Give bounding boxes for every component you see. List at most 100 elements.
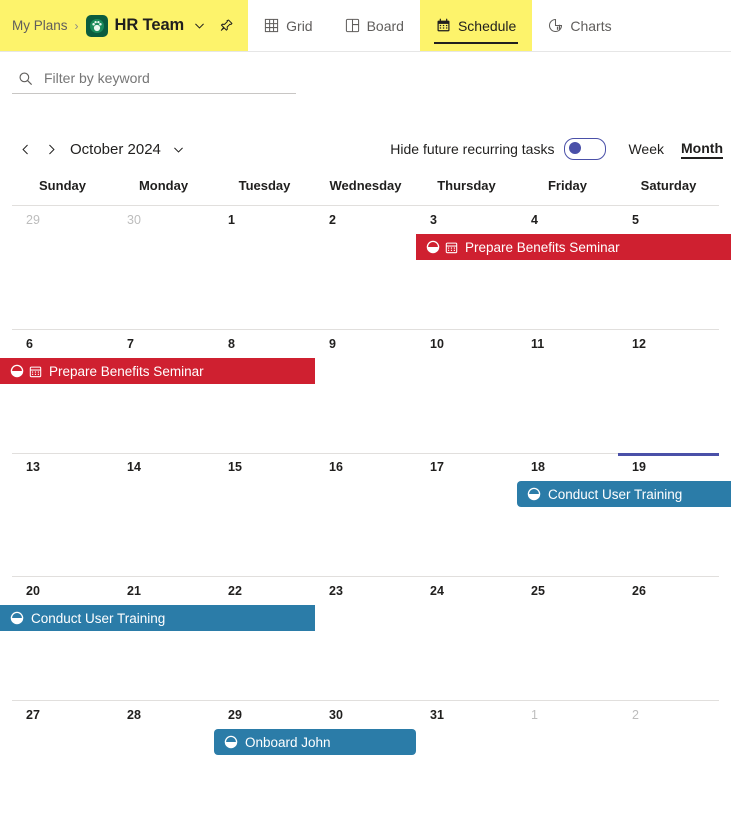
tab-board-label: Board	[366, 17, 404, 34]
day-number-row: 13 14 15 16 17 18 19	[12, 453, 719, 474]
weekday-header-saturday: Saturday	[640, 178, 697, 193]
page-title: HR Team	[114, 16, 185, 34]
day-cell-21[interactable]: 21	[113, 584, 214, 598]
day-number-row: 20 21 22 23 24 25 26	[12, 577, 719, 598]
calendar-options: Hide future recurring tasks Week Month	[390, 138, 723, 160]
view-option-week[interactable]: Week	[628, 141, 664, 157]
weekday-header-tuesday: Tuesday	[238, 178, 291, 193]
tab-board[interactable]: Board	[329, 0, 420, 51]
plan-breadcrumb-area: My Plans › HR Team	[0, 0, 249, 51]
filter-box[interactable]	[12, 70, 296, 94]
task-chip-title: Prepare Benefits Seminar	[465, 239, 620, 255]
day-cell-15[interactable]: 15	[214, 460, 315, 474]
recurring-calendar-icon	[445, 241, 458, 254]
day-cell-25[interactable]: 25	[517, 584, 618, 598]
weekday-header-friday: Friday	[547, 178, 587, 193]
view-switch: Week Month	[628, 140, 723, 159]
day-cell-30[interactable]: 30	[113, 213, 214, 227]
task-chip-icons	[426, 240, 458, 254]
day-cell-26[interactable]: 26	[618, 584, 719, 598]
day-cell-19[interactable]: 19	[618, 460, 719, 474]
day-cell-14[interactable]: 14	[113, 460, 214, 474]
calendar-week-row: 13 14 15 16 17 18 19 Conduct User Training	[12, 453, 731, 576]
day-cell-2[interactable]: 2	[315, 213, 416, 227]
search-icon	[18, 71, 33, 86]
day-cell-8[interactable]: 8	[214, 337, 315, 351]
next-month-button[interactable]	[38, 136, 64, 162]
tab-schedule[interactable]: Schedule	[419, 0, 533, 51]
task-chip[interactable]: Onboard John	[214, 729, 416, 755]
day-cell-16[interactable]: 16	[315, 460, 416, 474]
task-chip-icons	[527, 487, 541, 501]
tab-schedule-label: Schedule	[457, 17, 517, 34]
day-cell-13[interactable]: 13	[12, 460, 113, 474]
task-chip[interactable]: Conduct User Training	[517, 481, 731, 507]
task-chip[interactable]: Conduct User Training	[0, 605, 315, 631]
task-chip-title: Onboard John	[245, 734, 331, 750]
day-cell-24[interactable]: 24	[416, 584, 517, 598]
calendar-week-row: 6 7 8 9 10 11 12 Prepare Benefits Seminar	[0, 329, 719, 453]
schedule-calendar-icon	[436, 18, 451, 33]
task-chip[interactable]: Prepare Benefits Seminar	[416, 234, 731, 260]
calendar-week-row: 20 21 22 23 24 25 26 Conduct User Training	[0, 576, 719, 700]
day-cell-29[interactable]: 29	[12, 213, 113, 227]
filter-area	[0, 52, 731, 94]
day-cell-1[interactable]: 1	[214, 213, 315, 227]
view-option-month[interactable]: Month	[681, 140, 723, 159]
search-input[interactable]	[44, 70, 296, 86]
tab-grid[interactable]: Grid	[248, 0, 328, 51]
current-month-label: October 2024	[70, 140, 161, 158]
task-chip-title: Prepare Benefits Seminar	[49, 363, 204, 379]
task-chip[interactable]: Prepare Benefits Seminar	[0, 358, 315, 384]
calendar-controls: October 2024 Hide future recurring tasks…	[0, 132, 731, 166]
day-cell-9[interactable]: 9	[315, 337, 416, 351]
breadcrumb-my-plans[interactable]: My Plans	[12, 18, 68, 33]
grid-icon	[264, 18, 279, 33]
day-cell-31[interactable]: 31	[416, 708, 517, 722]
day-cell-17[interactable]: 17	[416, 460, 517, 474]
day-cell-29[interactable]: 29	[214, 708, 315, 722]
day-cell-27[interactable]: 27	[12, 708, 113, 722]
tab-charts[interactable]: Charts	[532, 0, 627, 51]
day-cell-7[interactable]: 7	[113, 337, 214, 351]
progress-half-icon	[10, 611, 24, 625]
calendar-weeks: 29 30 1 2 3 4 5 Prepare Benefits Seminar 6 7 8 9 10 1…	[0, 205, 731, 824]
tab-grid-label: Grid	[286, 17, 313, 34]
day-cell-22[interactable]: 22	[214, 584, 315, 598]
day-cell-3[interactable]: 3	[416, 213, 517, 227]
task-chip-title: Conduct User Training	[31, 610, 166, 626]
task-chip-icons	[10, 364, 42, 378]
day-cell-4[interactable]: 4	[517, 213, 618, 227]
day-number-row: 6 7 8 9 10 11 12	[12, 330, 719, 351]
task-chip-title: Conduct User Training	[548, 486, 683, 502]
day-cell-20[interactable]: 20	[12, 584, 113, 598]
today-marker	[618, 453, 719, 456]
day-cell-18[interactable]: 18	[517, 460, 618, 474]
weekday-header-sunday: Sunday	[39, 178, 86, 193]
day-cell-1[interactable]: 1	[517, 708, 618, 722]
weekday-header-monday: Monday	[138, 178, 189, 193]
plan-chevron-down-icon[interactable]	[191, 19, 208, 32]
day-cell-11[interactable]: 11	[517, 337, 618, 351]
progress-half-icon	[10, 364, 24, 378]
hide-recurring-toggle[interactable]	[564, 138, 607, 160]
previous-month-button[interactable]	[12, 136, 38, 162]
day-cell-23[interactable]: 23	[315, 584, 416, 598]
day-cell-12[interactable]: 12	[618, 337, 719, 351]
day-cell-30[interactable]: 30	[315, 708, 416, 722]
day-cell-5[interactable]: 5	[618, 213, 719, 227]
day-cell-28[interactable]: 28	[113, 708, 214, 722]
day-cell-6[interactable]: 6	[12, 337, 113, 351]
charts-pie-icon	[548, 18, 563, 33]
pin-icon[interactable]	[215, 18, 234, 33]
weekday-header-wednesday: Wednesday	[329, 178, 402, 193]
calendar-navigation: October 2024	[12, 136, 191, 162]
day-cell-10[interactable]: 10	[416, 337, 517, 351]
weekday-header-thursday: Thursday	[437, 178, 496, 193]
month-picker-chevron-down-icon[interactable]	[167, 137, 191, 161]
day-cell-2[interactable]: 2	[618, 708, 719, 722]
week-divider	[12, 453, 618, 454]
top-bar: My Plans › HR Team Grid Board Schedule C…	[0, 0, 731, 52]
toggle-knob	[569, 142, 582, 154]
plan-group-icon	[85, 14, 108, 37]
